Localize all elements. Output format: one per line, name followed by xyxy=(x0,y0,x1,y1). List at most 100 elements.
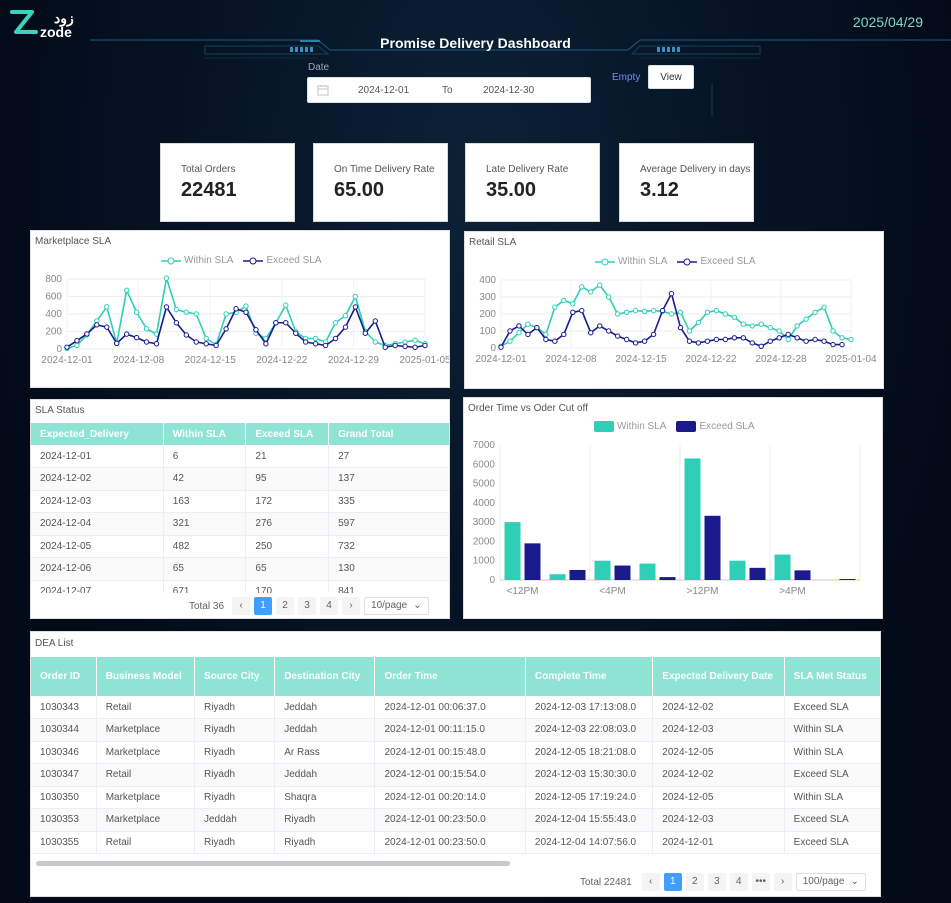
data-point[interactable] xyxy=(123,331,130,337)
data-point[interactable] xyxy=(830,341,836,348)
data-point[interactable] xyxy=(173,306,180,313)
data-point[interactable] xyxy=(812,336,818,343)
data-point[interactable] xyxy=(104,324,110,330)
data-point[interactable] xyxy=(794,335,800,341)
bar[interactable] xyxy=(524,543,541,580)
end-date-input[interactable]: 2024-12-30 xyxy=(483,85,534,96)
data-point[interactable] xyxy=(668,290,675,297)
data-point[interactable] xyxy=(704,309,711,316)
data-point[interactable] xyxy=(173,320,180,326)
next-page-button[interactable]: › xyxy=(342,597,361,615)
data-point[interactable] xyxy=(253,327,259,333)
page-4-button[interactable]: 4 xyxy=(729,873,748,891)
data-point[interactable] xyxy=(785,331,791,338)
data-point[interactable] xyxy=(650,331,657,338)
data-point[interactable] xyxy=(332,335,339,342)
data-point[interactable] xyxy=(342,313,349,319)
data-point[interactable] xyxy=(372,318,378,324)
bar[interactable] xyxy=(839,579,856,580)
column-header[interactable]: Complete Time xyxy=(525,657,654,696)
data-point[interactable] xyxy=(767,324,773,331)
data-point[interactable] xyxy=(507,338,513,344)
data-point[interactable] xyxy=(213,342,219,349)
data-point[interactable] xyxy=(821,338,827,344)
column-header[interactable]: Destination City xyxy=(274,657,376,696)
bar[interactable] xyxy=(639,563,656,580)
data-point[interactable] xyxy=(677,309,684,316)
data-point[interactable] xyxy=(597,282,603,288)
data-point[interactable] xyxy=(632,340,639,346)
data-point[interactable] xyxy=(133,334,140,341)
bar[interactable] xyxy=(704,515,721,580)
table-row[interactable]: 2024-12-03 163 172 335 xyxy=(31,490,449,513)
data-point[interactable] xyxy=(579,284,585,290)
data-point[interactable] xyxy=(203,335,209,342)
data-point[interactable] xyxy=(283,302,289,308)
start-date-input[interactable]: 2024-12-01 xyxy=(358,85,409,96)
column-header[interactable]: Exceed SLA xyxy=(245,423,330,445)
data-point[interactable] xyxy=(713,336,720,343)
column-header[interactable]: Grand Total xyxy=(328,423,449,445)
data-point[interactable] xyxy=(143,339,150,345)
bar[interactable] xyxy=(749,567,766,580)
data-point[interactable] xyxy=(525,331,531,338)
data-point[interactable] xyxy=(133,309,140,315)
data-point[interactable] xyxy=(686,328,693,334)
data-point[interactable] xyxy=(362,330,369,336)
page-4-button[interactable]: 4 xyxy=(320,597,339,615)
column-header[interactable]: Business Model xyxy=(96,657,195,696)
data-point[interactable] xyxy=(597,323,603,329)
data-point[interactable] xyxy=(740,321,747,327)
bar[interactable] xyxy=(504,522,521,580)
data-point[interactable] xyxy=(534,324,540,331)
table-row[interactable]: 1030353 Marketplace Jeddah Riyadh 2024-12-01… xyxy=(31,808,880,832)
data-point[interactable] xyxy=(64,344,70,350)
data-point[interactable] xyxy=(695,340,702,346)
data-point[interactable] xyxy=(552,338,558,344)
page-2-button[interactable]: 2 xyxy=(685,873,704,891)
data-point[interactable] xyxy=(223,326,229,332)
data-point[interactable] xyxy=(623,336,630,343)
data-point[interactable] xyxy=(543,331,549,338)
bar[interactable] xyxy=(794,570,811,580)
data-point[interactable] xyxy=(552,304,558,310)
data-point[interactable] xyxy=(243,309,249,315)
table-row[interactable]: 2024-12-04 321 276 597 xyxy=(31,512,449,536)
data-point[interactable] xyxy=(579,307,585,314)
data-point[interactable] xyxy=(848,336,854,343)
column-header[interactable]: SLA Met Status xyxy=(784,657,880,696)
bar[interactable] xyxy=(729,560,746,580)
data-point[interactable] xyxy=(263,341,269,347)
data-point[interactable] xyxy=(193,311,199,317)
data-point[interactable] xyxy=(163,304,170,310)
column-header[interactable]: Expected Delivery Date xyxy=(652,657,785,696)
page-1-button[interactable]: 1 xyxy=(254,597,273,615)
data-point[interactable] xyxy=(605,328,612,334)
data-point[interactable] xyxy=(588,330,594,336)
table-row[interactable]: 1030343 Retail Riyadh Jeddah 2024-12-01 00:0… xyxy=(31,696,880,719)
data-point[interactable] xyxy=(803,316,809,322)
table-row[interactable]: 1030347 Retail Riyadh Jeddah 2024-12-01 00:1… xyxy=(31,763,880,787)
data-point[interactable] xyxy=(163,275,170,281)
column-header[interactable]: Within SLA xyxy=(163,423,247,445)
data-point[interactable] xyxy=(570,301,576,307)
data-point[interactable] xyxy=(123,287,130,293)
table-row[interactable]: 2024-12-05 482 250 732 xyxy=(31,535,449,558)
data-point[interactable] xyxy=(507,328,513,334)
data-point[interactable] xyxy=(293,330,299,336)
data-point[interactable] xyxy=(302,339,309,345)
data-point[interactable] xyxy=(422,342,428,349)
data-point[interactable] xyxy=(758,343,764,350)
data-point[interactable] xyxy=(143,326,150,332)
data-point[interactable] xyxy=(605,294,612,300)
data-point[interactable] xyxy=(785,336,791,343)
data-point[interactable] xyxy=(650,307,657,314)
data-point[interactable] xyxy=(686,338,693,344)
data-point[interactable] xyxy=(412,344,418,350)
data-point[interactable] xyxy=(74,342,80,349)
sla-status-scroll[interactable]: Expected_Delivery Within SLA Exceed SLA Gra… xyxy=(31,423,449,593)
dea-table-scroll[interactable]: Order ID Business Model Source City Destina… xyxy=(31,657,880,857)
page-3-button[interactable]: 3 xyxy=(707,873,726,891)
data-point[interactable] xyxy=(402,343,408,350)
data-point[interactable] xyxy=(668,311,675,317)
